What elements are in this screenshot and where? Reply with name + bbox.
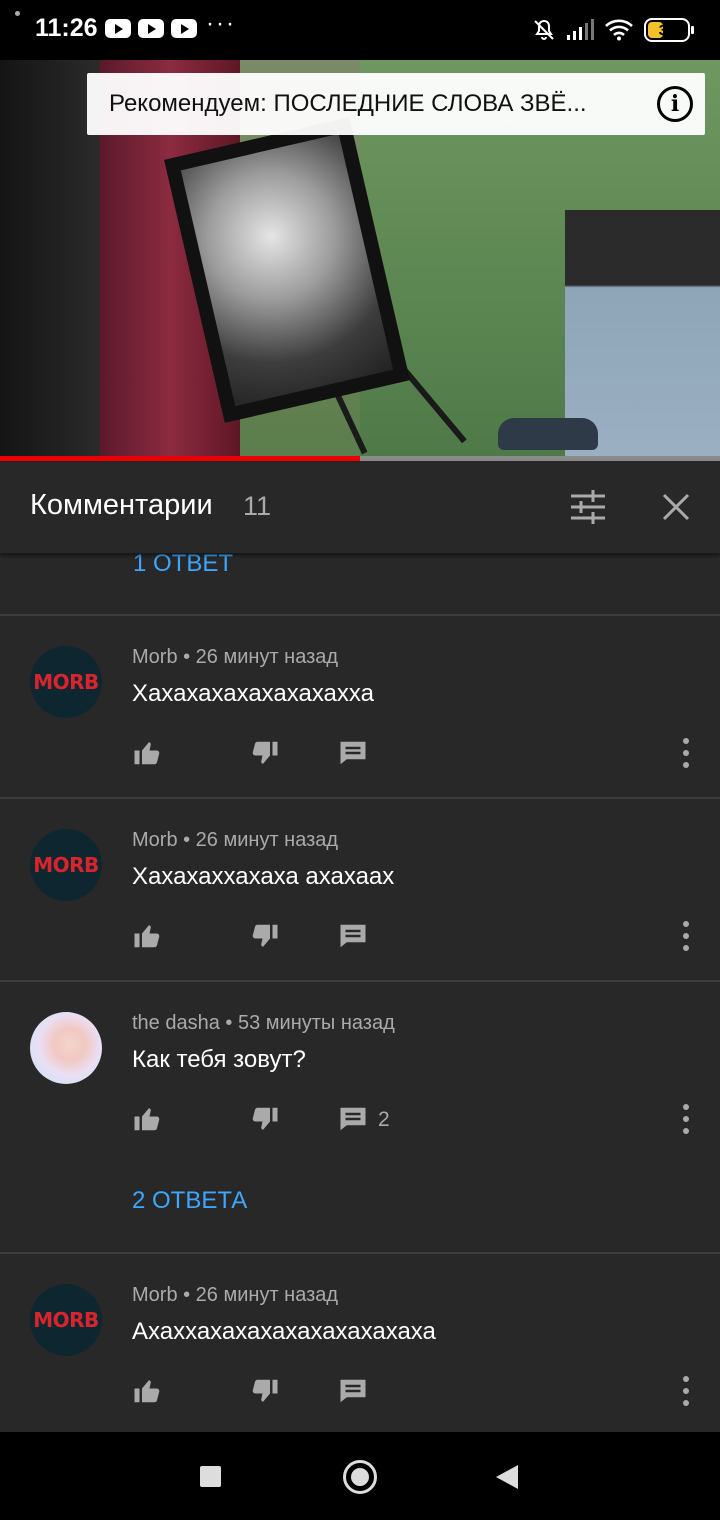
comment-item: the dasha • 53 минуты назад Как тебя зов… [0, 982, 720, 1252]
more-vert-icon[interactable] [677, 1102, 695, 1136]
back-button[interactable] [496, 1465, 518, 1489]
more-vert-icon[interactable] [677, 1374, 695, 1408]
reply-icon[interactable] [338, 1104, 368, 1134]
wifi-icon [605, 19, 633, 41]
youtube-notification-icon [138, 19, 164, 38]
youtube-notification-icon [105, 19, 131, 38]
info-icon[interactable]: i [657, 86, 693, 122]
view-replies-link[interactable]: 1 ОТВЕТ [133, 550, 233, 578]
more-vert-icon[interactable] [677, 736, 695, 770]
status-time: 11:26 [35, 14, 98, 42]
dislike-icon[interactable] [250, 738, 280, 768]
comment-meta: the dasha • 53 минуты назад [132, 1012, 395, 1034]
sort-filter-icon[interactable] [569, 488, 607, 526]
avatar-logo: MORB [33, 1308, 99, 1332]
comment-item: MORB Morb • 26 минут назад Ахаххахахахах… [0, 1254, 720, 1434]
dislike-icon[interactable] [250, 1376, 280, 1406]
more-notifications-icon: ··· [206, 10, 236, 37]
like-icon[interactable] [132, 738, 162, 768]
comment-text: Хахахахахахахахахха [132, 680, 374, 707]
close-icon[interactable] [660, 491, 692, 523]
comment-text: Как тебя зовут? [132, 1046, 306, 1073]
like-icon[interactable] [132, 921, 162, 951]
dislike-icon[interactable] [250, 921, 280, 951]
avatar-logo: MORB [33, 853, 99, 877]
bell-muted-icon [534, 19, 554, 40]
comments-count: 11 [243, 491, 272, 521]
notification-dot-icon [15, 11, 20, 16]
battery-level: 35 [658, 21, 676, 39]
avatar-logo: MORB [33, 670, 99, 694]
avatar[interactable]: MORB [30, 1284, 102, 1356]
home-button[interactable] [343, 1460, 377, 1494]
battery-icon: 35 [644, 18, 694, 42]
status-bar: 11:26 ··· 35 [0, 0, 720, 60]
avatar[interactable]: MORB [30, 829, 102, 901]
comments-title: Комментарии [30, 489, 213, 521]
like-icon[interactable] [132, 1376, 162, 1406]
like-icon[interactable] [132, 1104, 162, 1134]
reply-icon[interactable] [338, 921, 368, 951]
comment-meta: Morb • 26 минут назад [132, 1284, 339, 1306]
dislike-icon[interactable] [250, 1104, 280, 1134]
reply-count: 2 [378, 1108, 390, 1131]
reply-icon[interactable] [338, 738, 368, 768]
recommendation-title: Рекомендуем: ПОСЛЕДНИЕ СЛОВА ЗВЁ... [109, 90, 587, 117]
comments-header: Комментарии 11 [0, 461, 720, 553]
reply-icon[interactable] [338, 1376, 368, 1406]
avatar[interactable]: MORB [30, 646, 102, 718]
youtube-notification-icon [171, 19, 197, 38]
comment-item: MORB Morb • 26 минут назад Хахахахахахах… [0, 616, 720, 796]
recents-button[interactable] [200, 1466, 221, 1487]
comment-meta: Morb • 26 минут назад [132, 646, 339, 668]
comment-text: Ахаххахахахахахахахахаха [132, 1318, 436, 1345]
video-player[interactable]: Рекомендуем: ПОСЛЕДНИЕ СЛОВА ЗВЁ... i [0, 60, 720, 456]
comment-item: MORB Morb • 26 минут назад Хахахаххахаха… [0, 799, 720, 979]
comment-text: Хахахаххахаха ахахаах [132, 863, 395, 890]
view-replies-link[interactable]: 2 ОТВЕТА [132, 1187, 247, 1215]
comment-meta: Morb • 26 минут назад [132, 829, 339, 851]
avatar[interactable] [30, 1012, 102, 1084]
signal-icon [567, 19, 594, 40]
recommendation-card[interactable]: Рекомендуем: ПОСЛЕДНИЕ СЛОВА ЗВЁ... i [87, 73, 705, 135]
more-vert-icon[interactable] [677, 919, 695, 953]
system-nav-bar [0, 1432, 720, 1520]
